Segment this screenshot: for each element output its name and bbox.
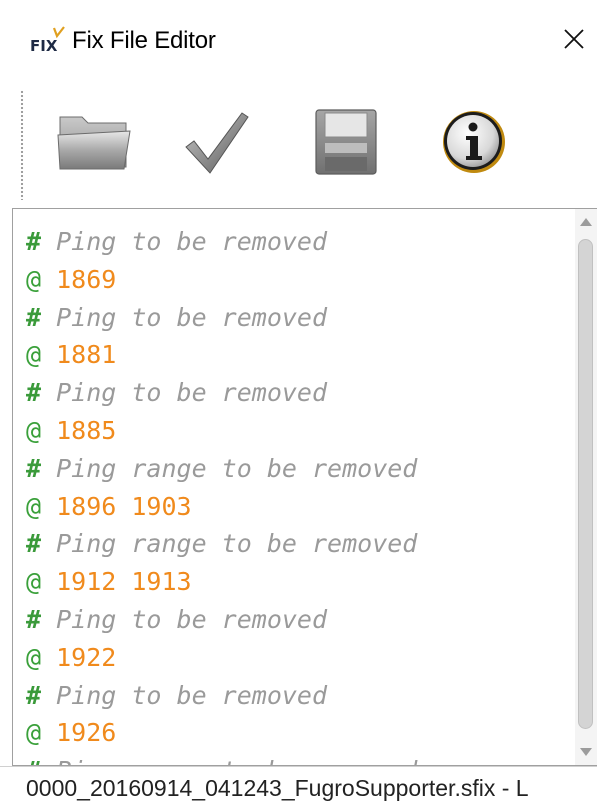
comment-marker: #: [26, 453, 42, 483]
comment-text: Ping range to be removed: [41, 529, 418, 559]
checkmark-icon: [185, 112, 249, 174]
info-button[interactable]: [432, 100, 516, 184]
comment-marker: #: [26, 302, 42, 332]
scrollbar-thumb[interactable]: [578, 239, 593, 729]
ping-range-value: 1896 1903: [41, 491, 192, 521]
editor-line[interactable]: # Ping range to be removed: [26, 752, 417, 765]
validate-button[interactable]: [175, 100, 259, 184]
comment-marker: #: [26, 227, 42, 256]
title-bar[interactable]: FIX Fix File Editor: [0, 0, 597, 82]
editor-line[interactable]: # Ping range to be removed: [26, 525, 417, 563]
fix-file-editor-window: FIX Fix File Editor # Ping to be removed…: [0, 0, 597, 809]
save-button[interactable]: [304, 100, 388, 184]
value-marker: @: [26, 718, 42, 748]
editor-line[interactable]: # Ping to be removed: [26, 601, 417, 639]
status-bar: 0000_20160914_041243_FugroSupporter.sfix…: [0, 766, 597, 809]
scroll-up-button[interactable]: [575, 209, 597, 235]
value-marker: @: [26, 567, 42, 597]
open-button[interactable]: [52, 100, 136, 184]
comment-text: Ping to be removed: [41, 378, 328, 408]
ping-value: 1885: [41, 415, 117, 445]
value-marker: @: [26, 491, 42, 521]
ping-value: 1926: [41, 718, 117, 748]
editor-line[interactable]: # Ping to be removed: [26, 299, 417, 337]
info-icon: [443, 111, 505, 173]
editor-line[interactable]: @ 1885: [26, 412, 417, 450]
comment-text: Ping to be removed: [41, 227, 328, 256]
toolbar-grip[interactable]: [20, 90, 24, 200]
fix-app-icon: FIX: [30, 26, 66, 55]
comment-marker: #: [26, 756, 41, 765]
value-marker: @: [26, 642, 42, 672]
ping-value: 1869: [41, 264, 117, 294]
comment-text: Ping to be removed: [41, 302, 328, 332]
comment-marker: #: [26, 680, 42, 710]
editor-line[interactable]: @ 1922: [26, 639, 417, 677]
ping-value: 1922: [41, 642, 117, 672]
editor-line[interactable]: # Ping to be removed: [26, 374, 417, 412]
toolbar: [0, 82, 597, 208]
window-title: Fix File Editor: [72, 27, 216, 54]
editor-lines: # Ping to be removed @ 1869 # Ping to be…: [26, 223, 417, 765]
value-marker: @: [26, 415, 42, 445]
value-marker: @: [26, 340, 42, 370]
editor-line[interactable]: # Ping to be removed: [26, 223, 417, 261]
scroll-down-button[interactable]: [575, 739, 597, 765]
comment-marker: #: [26, 378, 42, 408]
status-file-name: 0000_20160914_041243_FugroSupporter.sfix…: [26, 775, 529, 801]
comment-text: Ping to be removed: [41, 680, 328, 710]
close-button[interactable]: [551, 14, 597, 64]
triangle-up-icon: [580, 218, 592, 226]
editor-line[interactable]: @ 1869: [26, 261, 417, 299]
editor-line[interactable]: # Ping to be removed: [26, 677, 417, 715]
editor-line[interactable]: # Ping range to be removed: [26, 450, 417, 488]
fix-file-text-editor[interactable]: # Ping to be removed @ 1869 # Ping to be…: [12, 208, 597, 766]
value-marker: @: [26, 264, 42, 294]
triangle-down-icon: [580, 748, 592, 756]
comment-text: Ping range to be removed: [41, 756, 417, 765]
editor-line[interactable]: @ 1881: [26, 336, 417, 374]
comment-marker: #: [26, 529, 42, 559]
close-icon: [564, 29, 584, 49]
svg-text:FIX: FIX: [30, 37, 58, 54]
folder-icon: [57, 116, 131, 170]
ping-range-value: 1912 1913: [41, 567, 192, 597]
vertical-scrollbar[interactable]: [575, 209, 597, 765]
comment-text: Ping range to be removed: [41, 453, 418, 483]
ping-value: 1881: [41, 340, 117, 370]
editor-line[interactable]: @ 1896 1903: [26, 488, 417, 526]
comment-text: Ping to be removed: [41, 604, 328, 634]
floppy-disk-icon: [315, 109, 377, 175]
comment-marker: #: [26, 604, 42, 634]
editor-line[interactable]: @ 1912 1913: [26, 563, 417, 601]
editor-line[interactable]: @ 1926: [26, 714, 417, 752]
